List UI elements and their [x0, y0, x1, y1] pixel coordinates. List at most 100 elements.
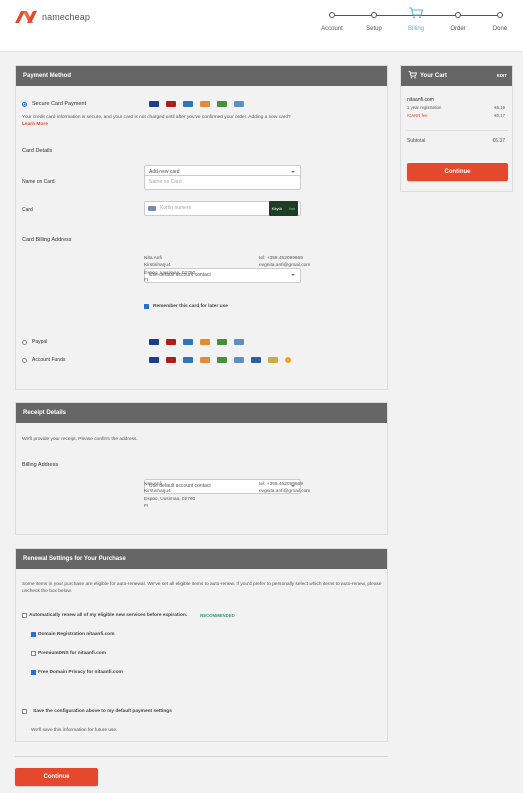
- address-line: Nita Anfi: [144, 256, 162, 261]
- paypal-radio[interactable]: [22, 339, 27, 345]
- name-on-card-label: Name on Card: [22, 179, 55, 185]
- mastercard-icon: [166, 339, 176, 345]
- cart-subtotal: Subtotal €6.37: [407, 138, 505, 145]
- cart-continue-button[interactable]: Continue: [407, 163, 508, 181]
- cart-line-price: €0.17: [494, 113, 505, 118]
- step-done: Done: [480, 8, 520, 32]
- bitcoin-icon: [285, 357, 291, 363]
- discover-icon: [200, 357, 210, 363]
- cart-header: Your Cart EDIT: [401, 66, 512, 86]
- save-config-option[interactable]: Save the configuration above to my defau…: [22, 709, 172, 714]
- card-number-icon: [148, 206, 156, 211]
- address-line: Espoo, Uusimaa, 02760: [144, 496, 196, 502]
- panel-title: Receipt Details: [16, 403, 387, 423]
- cart-line-price: €6.19: [494, 105, 505, 110]
- step-order: Order: [438, 8, 478, 32]
- remember-card-checkbox[interactable]: [144, 304, 149, 309]
- renew-item-domain[interactable]: Domain Registration nitaanfi.com: [31, 632, 115, 637]
- step-label: Setup: [366, 26, 382, 32]
- step-dot-icon: [329, 12, 335, 18]
- contact-email: evgnita.anfi@gmail.com: [259, 263, 311, 269]
- bitpay-icon: [268, 357, 278, 363]
- secure-card-radio[interactable]: [22, 101, 27, 107]
- secure-card-info: Your credit card information is secure, …: [22, 114, 382, 129]
- step-dot-icon: [371, 12, 377, 18]
- step-setup: Setup: [354, 8, 394, 32]
- account-funds-option[interactable]: Account Funds: [22, 357, 65, 363]
- continue-button[interactable]: Continue: [15, 768, 98, 786]
- cart-edit-link[interactable]: EDIT: [497, 66, 507, 86]
- auto-renew-label: Automatically renew all of my eligible n…: [29, 613, 188, 618]
- receipt-details-panel: Receipt Details We'll provide your recei…: [15, 402, 388, 535]
- diners-icon: [234, 339, 244, 345]
- account-funds-label: Account Funds: [32, 357, 66, 363]
- renew-item-checkbox[interactable]: [31, 632, 36, 637]
- visa-icon: [149, 101, 159, 107]
- step-label: Done: [492, 26, 508, 32]
- checkout-steps: Account Setup Billing Order Done: [318, 7, 520, 38]
- learn-more-link[interactable]: Learn More: [22, 122, 48, 127]
- name-on-card-placeholder: Name on Card: [149, 179, 182, 185]
- renewal-settings-panel: Renewal Settings for Your Purchase Some …: [15, 548, 388, 742]
- discover-icon: [200, 101, 210, 107]
- step-label: Order: [450, 26, 466, 32]
- address-line: FI: [144, 504, 149, 510]
- cart-title: Your Cart: [420, 73, 447, 79]
- remember-card-label: Remember this card for later use: [153, 304, 228, 309]
- address-line: Kirstinharju4: [144, 489, 171, 495]
- jcb-icon: [217, 101, 227, 107]
- step-billing: Billing: [396, 7, 436, 32]
- link-pay-brand: link: [288, 206, 295, 211]
- remember-card-option[interactable]: Remember this card for later use: [144, 304, 228, 309]
- renew-item-premiumdns[interactable]: PremiumDNS for nitaanfi.com: [31, 651, 106, 656]
- cart-panel: Your Cart EDIT nitaanfi.com 1 year regis…: [400, 65, 513, 192]
- renew-item-privacy[interactable]: Free Domain Privacy for nitaanfi.com: [31, 670, 123, 675]
- cart-divider: [407, 130, 508, 131]
- secure-card-option[interactable]: Secure Card Payment: [22, 101, 86, 107]
- save-config-checkbox[interactable]: [22, 709, 27, 714]
- card-billing-contact: tel: +358.452099669 evgnita.anfi@gmail.c…: [259, 255, 310, 270]
- amex-icon: [183, 339, 193, 345]
- paypal-label: Paypal: [32, 339, 48, 345]
- auto-renew-option[interactable]: Automatically renew all of my eligible n…: [22, 613, 235, 618]
- diners-icon: [234, 101, 244, 107]
- address-line: Espoo, Uusimaa, 02760: [144, 270, 196, 276]
- diners-icon: [234, 357, 244, 363]
- subtotal-value: €6.37: [492, 138, 505, 144]
- card-number-input[interactable]: Kortin numero Käytä link: [144, 201, 301, 216]
- renew-item-checkbox[interactable]: [31, 651, 36, 656]
- address-line: Nita Anfi: [144, 482, 162, 487]
- paypal-option[interactable]: Paypal: [22, 339, 47, 345]
- step-label: Account: [321, 26, 343, 32]
- renew-item-label: Free Domain Privacy for nitaanfi.com: [38, 670, 123, 675]
- card-details-label: Card Details: [22, 148, 53, 154]
- card-billing-address-label: Card Billing Address: [22, 237, 72, 243]
- jcb-icon: [217, 339, 227, 345]
- mastercard-icon: [166, 101, 176, 107]
- logo[interactable]: namecheap: [14, 10, 90, 24]
- receipt-billing-address: Nita Anfi Kirstinharju4 Espoo, Uusimaa, …: [144, 481, 195, 511]
- cart-domain: nitaanfi.com: [407, 97, 434, 103]
- amex-icon: [183, 357, 193, 363]
- discover-icon: [200, 339, 210, 345]
- cart-icon: [408, 71, 417, 79]
- cart-line: 1 year registration €6.19: [407, 104, 505, 111]
- link-pay-text: Käytä: [271, 206, 282, 211]
- step-dot-icon: [497, 12, 503, 18]
- amex-icon: [183, 101, 193, 107]
- account-funds-radio[interactable]: [22, 357, 27, 363]
- renew-item-checkbox[interactable]: [31, 670, 36, 675]
- panel-title: Renewal Settings for Your Purchase: [16, 549, 387, 569]
- contact-tel: tel: +358.452099669: [259, 256, 303, 261]
- visa-icon: [149, 339, 159, 345]
- secure-card-label: Secure Card Payment: [32, 101, 87, 107]
- secure-card-info-text: Your credit card information is secure, …: [22, 115, 291, 120]
- cart-line-label[interactable]: ICANN fee: [407, 113, 428, 118]
- name-on-card-input[interactable]: Name on Card: [144, 175, 301, 190]
- auto-renew-checkbox[interactable]: [22, 613, 27, 618]
- contact-email: evgnita.anfi@gmail.com: [259, 489, 311, 495]
- jcb-icon: [217, 357, 227, 363]
- link-pay-button[interactable]: Käytä link: [268, 201, 298, 216]
- billing-address-label: Billing Address: [22, 462, 59, 468]
- paypal-card-icons: [149, 339, 244, 345]
